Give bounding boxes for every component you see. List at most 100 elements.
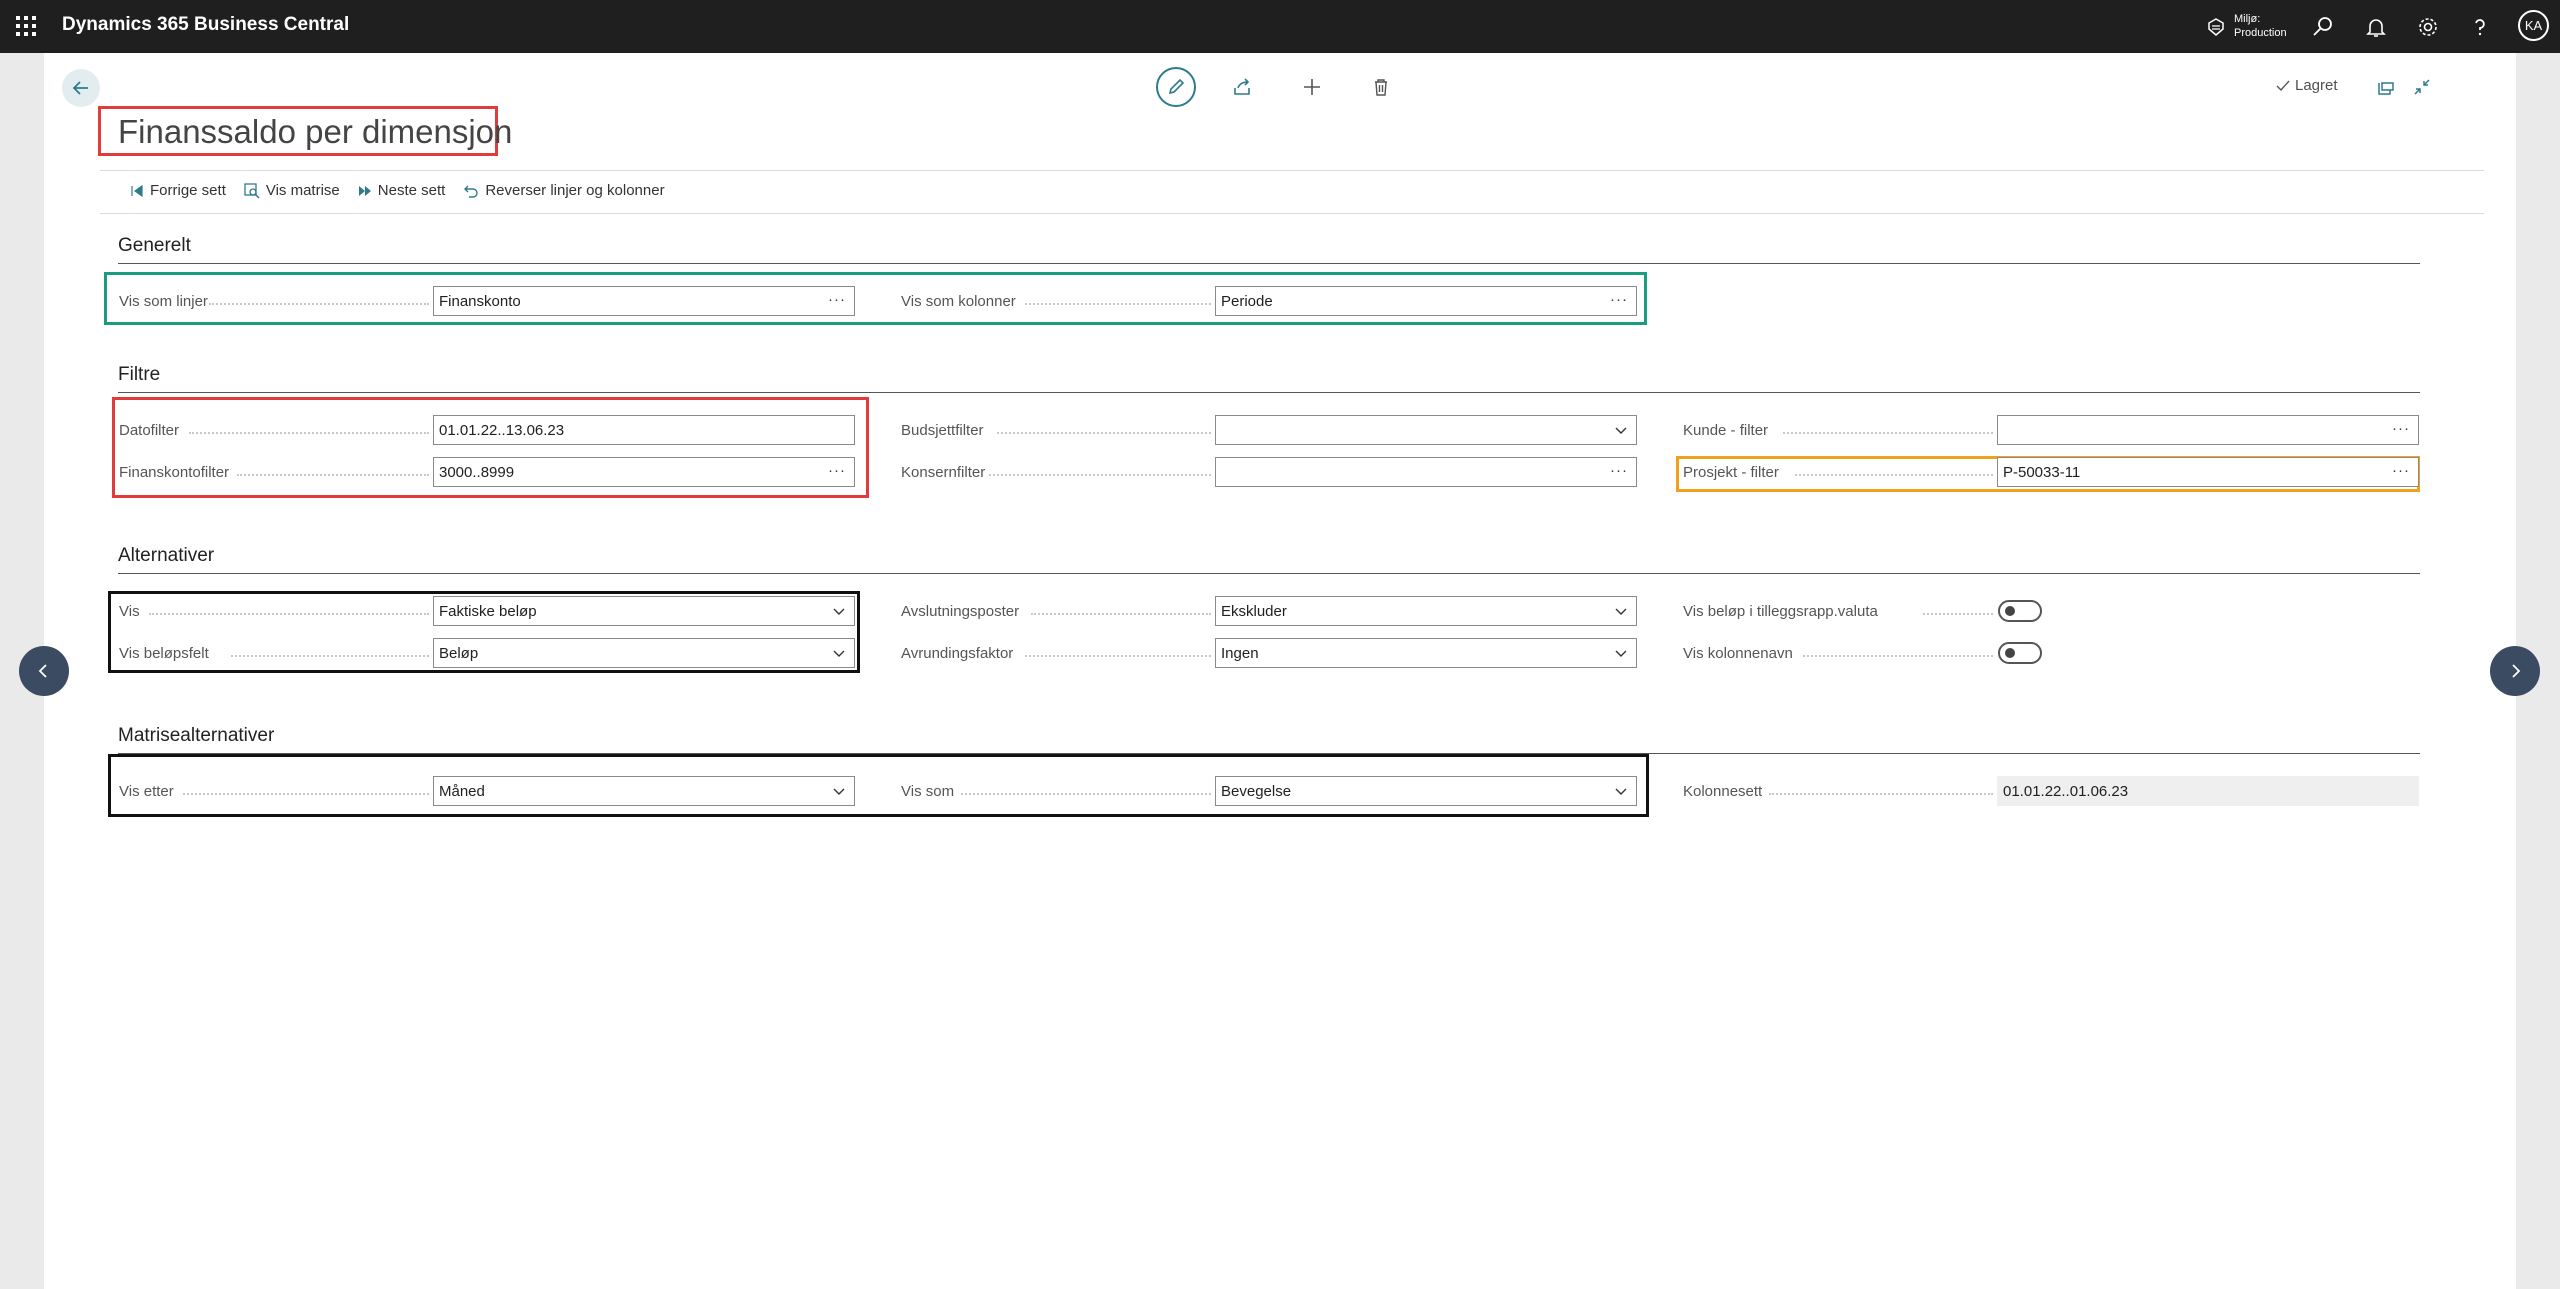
project-filter-label: Prosjekt - filter (1683, 463, 1779, 481)
previous-set-label: Forrige sett (150, 182, 226, 199)
next-set-label: Neste sett (377, 182, 446, 199)
dots (1025, 303, 1211, 305)
closing-entries-value: Ekskluder (1221, 602, 1287, 620)
previous-set-button[interactable]: Forrige sett (130, 182, 226, 199)
show-as-lines-input[interactable]: Finanskonto ··· (433, 286, 855, 316)
environment-line1: Miljø: (2234, 13, 2261, 25)
show-as-lines-value: Finanskonto (439, 292, 521, 310)
date-filter-field: Datofilter 01.01.22..13.06.23 (119, 415, 855, 445)
column-name-toggle[interactable] (1998, 642, 2042, 664)
search-icon[interactable] (2311, 15, 2335, 39)
consolidation-filter-label: Konsernfilter (901, 463, 986, 481)
environment-line2: Production (2234, 27, 2287, 39)
addl-currency-label: Vis beløp i tilleggsrapp.valuta (1683, 602, 1878, 620)
dots (1769, 793, 1993, 795)
chevron-left-icon (38, 664, 47, 678)
dots (209, 303, 429, 305)
budget-filter-select[interactable] (1215, 415, 1637, 445)
lookup-ellipsis-icon[interactable]: ··· (2392, 420, 2410, 437)
dots (189, 432, 429, 434)
view-by-label: Vis etter (119, 782, 174, 800)
project-filter-field: Prosjekt - filter P-50033-11 ··· (1683, 457, 2419, 487)
lookup-ellipsis-icon[interactable]: ··· (828, 462, 846, 479)
view-as-select[interactable]: Bevegelse (1215, 776, 1637, 806)
app-launcher-icon[interactable] (16, 16, 36, 36)
check-icon (2276, 80, 2290, 91)
show-as-columns-value: Periode (1221, 292, 1273, 310)
customer-filter-field: Kunde - filter ··· (1683, 415, 2419, 445)
column-set-field: Kolonnesett 01.01.22..01.06.23 (1683, 776, 2419, 806)
project-filter-input[interactable]: P-50033-11 ··· (1997, 457, 2419, 487)
show-as-lines-label: Vis som linjer (119, 292, 208, 310)
lookup-ellipsis-icon[interactable]: ··· (2392, 462, 2410, 479)
action-bar-divider (100, 213, 2484, 214)
app-title[interactable]: Dynamics 365 Business Central (62, 14, 349, 36)
environment-label[interactable]: Miljø: Production (2234, 12, 2287, 40)
amount-field-select[interactable]: Beløp (433, 638, 855, 668)
user-avatar[interactable]: KA (2518, 10, 2549, 41)
edit-button[interactable] (1156, 67, 1196, 107)
view-as-value: Bevegelse (1221, 782, 1292, 800)
dots (149, 613, 429, 615)
show-matrix-icon (244, 182, 260, 199)
date-filter-input[interactable]: 01.01.22..13.06.23 (433, 415, 855, 445)
lookup-ellipsis-icon[interactable]: ··· (1610, 462, 1628, 479)
amount-field-label: Vis beløpsfelt (119, 644, 209, 662)
collapse-icon (2414, 79, 2430, 95)
new-button[interactable] (1300, 75, 1324, 99)
addl-currency-toggle[interactable] (1998, 600, 2042, 622)
next-set-icon (358, 185, 371, 196)
open-new-window-icon (2378, 82, 2394, 95)
lookup-ellipsis-icon[interactable]: ··· (828, 291, 846, 308)
arrow-left-icon (72, 81, 88, 95)
dots (989, 474, 1211, 476)
show-matrix-button[interactable]: Vis matrise (244, 182, 340, 199)
date-filter-label: Datofilter (119, 421, 180, 439)
chevron-right-icon (2512, 664, 2521, 678)
saved-label: Lagret (2295, 77, 2338, 94)
column-set-value: 01.01.22..01.06.23 (2003, 782, 2129, 800)
consolidation-filter-input[interactable]: ··· (1215, 457, 1637, 487)
show-as-columns-label: Vis som kolonner (901, 292, 1016, 310)
section-line-filters (118, 392, 2420, 393)
view-by-select[interactable]: Måned (433, 776, 855, 806)
reverse-lines-columns-button[interactable]: Reverser linjer og kolonner (463, 182, 665, 199)
view-as-field: Vis som Bevegelse (901, 776, 1637, 806)
show-label: Vis (119, 602, 140, 620)
reverse-lines-columns-label: Reverser linjer og kolonner (485, 182, 665, 199)
previous-record-button[interactable] (19, 646, 69, 696)
show-as-columns-field: Vis som kolonner Periode ··· (901, 286, 1637, 316)
view-as-label: Vis som (901, 782, 955, 800)
help-icon[interactable] (2468, 15, 2492, 39)
open-new-window-button[interactable] (2374, 75, 2398, 99)
collapse-button[interactable] (2410, 75, 2434, 99)
environment-icon[interactable] (2206, 17, 2226, 37)
rounding-factor-select[interactable]: Ingen (1215, 638, 1637, 668)
gl-account-filter-input[interactable]: 3000..8999 ··· (433, 457, 855, 487)
share-button[interactable] (1230, 75, 1254, 99)
rounding-factor-value: Ingen (1221, 644, 1259, 662)
next-set-button[interactable]: Neste sett (358, 182, 446, 199)
customer-filter-input[interactable]: ··· (1997, 415, 2419, 445)
section-title-filters: Filtre (118, 364, 161, 385)
bell-icon[interactable] (2364, 15, 2388, 39)
closing-entries-label: Avslutningsposter (901, 602, 1020, 620)
show-value: Faktiske beløp (439, 602, 537, 620)
dots (1795, 474, 1993, 476)
back-button[interactable] (62, 69, 100, 107)
lookup-ellipsis-icon[interactable]: ··· (1610, 291, 1628, 308)
column-name-field: Vis kolonnenavn (1683, 638, 2419, 668)
column-name-label: Vis kolonnenavn (1683, 644, 1793, 662)
delete-button[interactable] (1369, 75, 1393, 99)
dots (1783, 432, 1993, 434)
gear-icon[interactable] (2416, 15, 2440, 39)
show-as-columns-input[interactable]: Periode ··· (1215, 286, 1637, 316)
closing-entries-select[interactable]: Ekskluder (1215, 596, 1637, 626)
next-record-button[interactable] (2490, 646, 2540, 696)
show-select[interactable]: Faktiske beløp (433, 596, 855, 626)
previous-set-icon (131, 184, 143, 197)
show-matrix-label: Vis matrise (265, 182, 340, 199)
budget-filter-label: Budsjettfilter (901, 421, 984, 439)
dots (961, 793, 1211, 795)
chevron-down-icon (1615, 427, 1627, 434)
